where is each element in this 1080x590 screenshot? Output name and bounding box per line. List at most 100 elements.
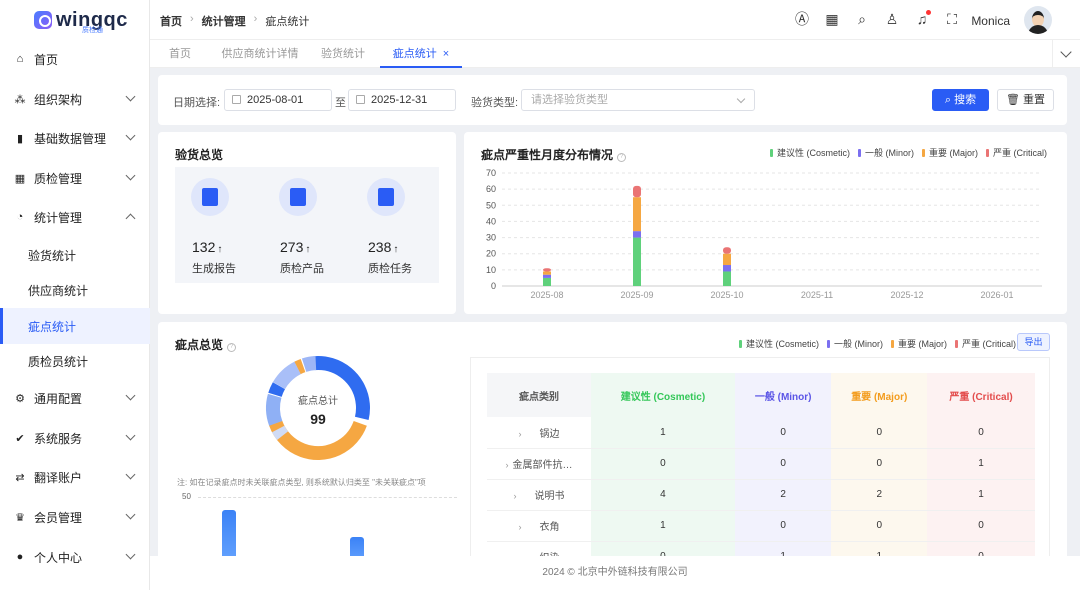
table-cell: 2 [734,479,832,511]
overview-label: 质检产品 [280,263,324,275]
export-button[interactable]: 导出 [1017,333,1050,351]
sidebar-sub-label: 供应商统计 [28,283,89,298]
breadcrumb-section[interactable]: 统计管理 [202,13,246,29]
overview-reports: 132 ↑ 生成报告 [175,167,263,283]
sidebar-sub-defect-stats[interactable]: 疵点统计 [0,308,150,344]
bell-icon[interactable]: ♫ [914,10,931,27]
start-date-value: 2025-08-01 [247,94,304,106]
overview-value: 132 ↑ [192,239,223,255]
reset-button[interactable]: 🗑 重置 [997,89,1054,111]
sidebar-sub-inspector-stats[interactable]: 质检员统计 [0,343,150,379]
avatar[interactable] [1024,6,1052,34]
close-icon[interactable]: × [443,48,449,60]
bar-segment [633,231,641,238]
bar-segment [633,237,641,286]
table-cell: 0 [591,448,735,480]
help-icon[interactable]: ? [227,343,237,352]
legend-item[interactable]: 重要 (Major) [891,337,947,350]
tab-inspection-stats[interactable]: 验货统计 [310,40,376,68]
table-row[interactable]: › 衣角 1 0 0 0 [487,510,1035,542]
bar-segment [723,271,731,286]
sidebar-item-label: 基础数据管理 [34,131,107,146]
bar-chart-icon: ▮ [16,132,24,145]
defect-table: 疵点类别 建议性 (Cosmetic) 一般 (Minor) 重要 (Major… [487,373,1035,561]
end-date-value: 2025-12-31 [371,94,428,106]
sidebar-item-stats[interactable]: ◔ 统计管理 [0,199,150,235]
tab-label: 疵点统计 [392,48,437,60]
table-row[interactable]: › 说明书 4 2 2 1 [487,479,1035,511]
table-header: 建议性 (Cosmetic) [591,373,735,417]
legend-item[interactable]: 严重 (Critical) [955,337,1016,350]
theme-icon[interactable]: ♙ [884,11,900,27]
sidebar-sub-inspection-stats[interactable]: 验货统计 [0,237,150,273]
tab-home[interactable]: 首页 [158,40,202,68]
tab-supplier-detail[interactable]: 供应商统计详情 [210,40,310,68]
search-icon[interactable]: ⌕ [854,11,870,27]
bar-segment [543,274,551,278]
sidebar-item-profile[interactable]: ● 个人中心 [0,539,150,575]
expand-icon[interactable]: › [514,491,517,501]
overview-value: 238 ↑ [368,239,399,255]
table-cell: 1 [591,510,735,542]
table-cell: 4 [591,479,735,511]
top-icons: Ⓐ ▦ ⌕ ♙ ♫ ⛶ [794,10,960,27]
expand-icon[interactable]: › [519,522,522,532]
y-tick-label: 50 [486,200,496,210]
sidebar-item-service[interactable]: ✔ 系统服务 [0,420,150,456]
tabs-dropdown-button[interactable] [1052,40,1080,68]
sidebar-item-basedata[interactable]: ▮ 基础数据管理 [0,120,150,156]
start-date-input[interactable]: 2025-08-01 [224,89,332,111]
table-row[interactable]: › 金属部件抗… 0 0 0 1 [487,448,1035,480]
defect-donut-chart [266,356,370,460]
sidebar-item-label: 会员管理 [34,510,83,525]
user-name[interactable]: Monica [971,14,1010,28]
translate-icon: ⇄ [15,471,25,484]
end-date-input[interactable]: 2025-12-31 [348,89,456,111]
layout-icon[interactable]: ▦ [824,11,840,27]
x-tick-label: 2026-01 [980,290,1013,300]
breadcrumb-separator: › [190,13,194,25]
table-cell: 1 [927,448,1035,480]
sidebar-item-inspect[interactable]: ▦ 质检管理 [0,160,150,196]
defect-table-panel: 疵点类别 建议性 (Cosmetic) 一般 (Minor) 重要 (Major… [470,357,1050,562]
sidebar-item-label: 翻译账户 [34,470,83,485]
org-icon: ⁂ [14,93,26,106]
language-icon[interactable]: Ⓐ [794,11,810,27]
expand-icon[interactable]: › [506,460,509,470]
overview-label: 生成报告 [192,263,236,275]
inspection-type-select[interactable]: 请选择验货类型 [521,89,755,111]
breadcrumb-separator: › [253,13,258,25]
x-tick-label: 2025-09 [620,290,653,300]
bar-segment [633,197,641,232]
table-cell: › 金属部件抗… [487,448,591,480]
brand-logo[interactable]: wingqc 质检通 [0,0,149,40]
defect-legend: 建议性 (Cosmetic) 一般 (Minor) 重要 (Major) 严重 … [739,337,1016,350]
sidebar-item-home[interactable]: ⌂ 首页 [0,41,150,77]
breadcrumb-home[interactable]: 首页 [160,13,182,29]
breadcrumb: 首页 › 统计管理 › 疵点统计 [160,13,309,29]
mini-gridline [198,497,457,498]
chevron-up-icon [125,213,136,224]
type-label: 验货类型: [471,97,519,109]
legend-item[interactable]: 一般 (Minor) [827,337,883,350]
table-cell: 1 [591,417,735,449]
sidebar-item-member[interactable]: ♛ 会员管理 [0,499,150,535]
legend-item[interactable]: 建议性 (Cosmetic) [739,337,819,350]
crown-icon: ♛ [15,511,25,524]
x-tick-label: 2025-12 [890,290,923,300]
calendar-icon [356,95,365,104]
table-header: 一般 (Minor) [734,373,832,417]
search-button[interactable]: ⌕ 搜索 [932,89,989,111]
sidebar-item-translate[interactable]: ⇄ 翻译账户 [0,459,150,495]
expand-icon[interactable]: › [519,429,522,439]
table-row[interactable]: › 锅边 1 0 0 0 [487,417,1035,449]
tab-defect-stats[interactable]: 疵点统计 × [380,40,462,68]
sidebar-item-config[interactable]: ⚙ 通用配置 [0,380,150,416]
date-separator: 至 [335,97,346,109]
fullscreen-icon[interactable]: ⛶ [944,11,960,27]
sidebar-sub-supplier-stats[interactable]: 供应商统计 [0,272,150,308]
chevron-down-icon [125,469,136,480]
sidebar-item-org[interactable]: ⁂ 组织架构 [0,81,150,117]
user-icon: ● [16,551,24,563]
mini-bar [222,510,236,562]
